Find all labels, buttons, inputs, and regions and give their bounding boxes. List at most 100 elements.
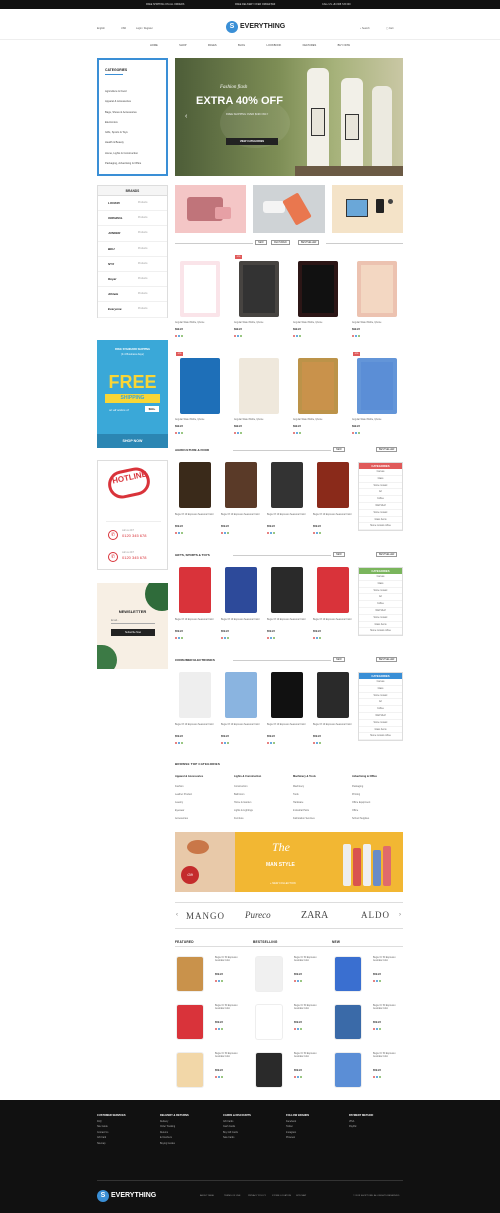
nav-features[interactable]: FEATURES [303, 44, 317, 52]
color-swatches[interactable] [175, 531, 184, 535]
product-image[interactable] [317, 567, 349, 613]
list-item-image[interactable] [335, 957, 361, 991]
product-card[interactable]: Bugie Of 10 Espresso Seasonal Color $59.2… [221, 563, 264, 651]
color-swatches[interactable] [221, 741, 230, 745]
color-swatch[interactable] [373, 1028, 375, 1030]
brand-row[interactable]: BDU Products [98, 242, 167, 257]
product-name[interactable]: Angular Water Bottle, Iphone [352, 322, 381, 324]
product-image[interactable] [271, 567, 303, 613]
section-category-item[interactable]: Stone mosaic [359, 720, 402, 727]
category-item[interactable]: Packaging, Advertising & Office [105, 159, 141, 169]
color-swatch[interactable] [181, 432, 183, 434]
hotline-phone-1[interactable]: 0120 345 678 [122, 533, 146, 538]
brand-row[interactable]: JUNKER Products [98, 226, 167, 242]
footer-bottom-link[interactable]: ABOUT PAGE [200, 1195, 214, 1197]
browse-column-head[interactable]: Advertising & Office [352, 775, 377, 778]
section-category-item[interactable]: Stone mosaic [359, 510, 402, 517]
product-card[interactable]: Angular Water Bottle, Iphone $99.22 [352, 253, 406, 345]
tab-new[interactable]: NEW [333, 657, 345, 662]
color-swatch[interactable] [297, 1076, 299, 1078]
color-swatches[interactable] [293, 431, 302, 435]
browse-link[interactable]: Hardware [293, 801, 303, 804]
color-swatch[interactable] [300, 1028, 302, 1030]
color-swatch[interactable] [293, 432, 295, 434]
brand-row[interactable]: Royal Products [98, 272, 167, 288]
color-swatch[interactable] [352, 432, 354, 434]
product-image[interactable] [225, 462, 257, 508]
list-item-image[interactable] [256, 1005, 282, 1039]
product-image[interactable] [179, 567, 211, 613]
color-swatch[interactable] [294, 1076, 296, 1078]
color-swatches[interactable] [373, 979, 382, 983]
browse-link[interactable]: Jewelry [175, 801, 183, 804]
logo-icon[interactable]: S [226, 21, 238, 33]
footer-link[interactable]: Instagram [286, 1132, 346, 1134]
section-category-item[interactable]: Wall Shelf [359, 608, 402, 615]
list-item-name[interactable]: Bugie Or 50 Espresso Australia Color [294, 1005, 324, 1012]
color-swatches[interactable] [294, 1075, 303, 1079]
footer-bottom-link[interactable]: SITE MAP [296, 1195, 306, 1197]
color-swatch[interactable] [240, 432, 242, 434]
product-card[interactable]: Bugie Of 10 Espresso Seasonal Color $59.2… [221, 668, 264, 756]
section-category-item[interactable]: Canvas [359, 679, 402, 686]
category-item[interactable]: Agriculture & Food [105, 87, 141, 97]
color-swatch[interactable] [300, 1076, 302, 1078]
section-category-item[interactable]: Coffee [359, 706, 402, 713]
nav-buy-now[interactable]: BUY NOW [338, 44, 350, 52]
section-category-item[interactable]: Coffee [359, 601, 402, 608]
product-name[interactable]: Bugie Of 10 Espresso Seasonal Color [267, 514, 310, 517]
hero-cta-button[interactable]: VIEW CATEGORIES [226, 138, 278, 145]
footer-link[interactable]: Pinterest [286, 1137, 346, 1139]
product-name[interactable]: Angular Water Bottle, Iphone [175, 419, 204, 421]
brand-logo-pureco[interactable]: Pureco [245, 910, 271, 920]
section-category-item[interactable]: Stone mosaic coffee [359, 523, 402, 531]
color-swatch[interactable] [181, 532, 183, 534]
footer-bottom-link[interactable]: TERMS OF USE [224, 1195, 240, 1197]
color-swatch[interactable] [240, 335, 242, 337]
color-swatch[interactable] [234, 432, 236, 434]
color-swatch[interactable] [319, 532, 321, 534]
newsletter-email-input[interactable]: Email... [111, 619, 155, 624]
promo-tile-tech[interactable] [332, 185, 403, 233]
footer-link[interactable]: Contact Us [97, 1132, 157, 1134]
browse-link[interactable]: Accessories [175, 817, 188, 820]
color-swatch[interactable] [218, 980, 220, 982]
color-swatch[interactable] [221, 742, 223, 744]
product-image[interactable] [239, 261, 279, 317]
product-image[interactable] [179, 672, 211, 718]
footer-bottom-link[interactable]: PRIVACY POLICY [248, 1195, 266, 1197]
color-swatch[interactable] [224, 637, 226, 639]
list-item[interactable]: Bugie Or 50 Espresso Australia Color $59.… [254, 955, 324, 999]
product-card[interactable]: Angular Water Bottle, Iphone $99.22 [175, 253, 229, 345]
nav-blog[interactable]: BLOG [238, 44, 245, 52]
color-swatch[interactable] [358, 432, 360, 434]
footer-link[interactable]: PayPal [349, 1126, 409, 1128]
product-image[interactable] [225, 567, 257, 613]
nav-home[interactable]: HOME [150, 44, 158, 52]
color-swatch[interactable] [373, 980, 375, 982]
color-swatch[interactable] [227, 742, 229, 744]
list-item[interactable]: Bugie Or 50 Espresso Australia Color $59.… [254, 1051, 324, 1095]
browse-link[interactable]: Eyewear [175, 809, 184, 812]
section-category-item[interactable]: Wall Shelf [359, 713, 402, 720]
color-swatch[interactable] [379, 1028, 381, 1030]
list-item[interactable]: Bugie Or 50 Espresso Australia Color $59.… [175, 1003, 245, 1047]
tab-new[interactable]: NEW [333, 447, 345, 452]
color-swatch[interactable] [296, 432, 298, 434]
product-name[interactable]: Angular Water Bottle, Iphone [234, 322, 263, 324]
browse-link[interactable]: Industrial Parts [293, 809, 309, 812]
browse-link[interactable]: Office Equipment [352, 801, 370, 804]
color-swatch[interactable] [178, 532, 180, 534]
color-swatch[interactable] [215, 1076, 217, 1078]
list-item-image[interactable] [256, 957, 282, 991]
section-category-item[interactable]: Stone mosaic [359, 588, 402, 595]
footer-link[interactable]: Twitter [286, 1126, 346, 1128]
product-name[interactable]: Angular Water Bottle, Iphone [234, 419, 263, 421]
color-swatch[interactable] [237, 335, 239, 337]
footer-link[interactable]: Buying Guides [160, 1143, 220, 1145]
footer-link[interactable]: Sitemap [97, 1143, 157, 1145]
product-card[interactable]: Bugie Of 10 Espresso Seasonal Color $59.2… [313, 458, 356, 546]
product-image[interactable] [317, 672, 349, 718]
product-name[interactable]: Bugie Of 10 Espresso Seasonal Color [267, 724, 310, 727]
color-swatch[interactable] [352, 335, 354, 337]
